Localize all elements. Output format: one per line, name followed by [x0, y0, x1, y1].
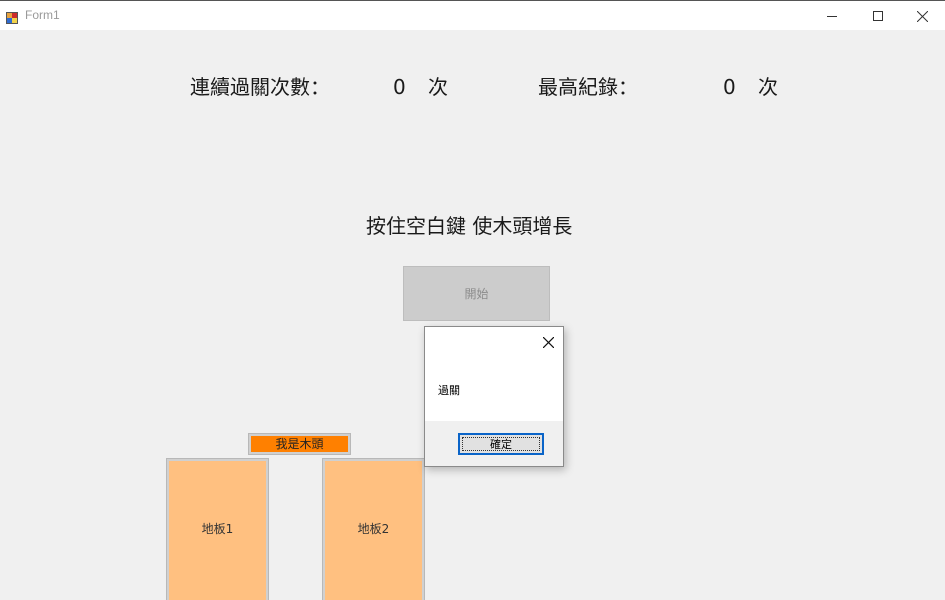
close-icon [542, 333, 554, 352]
close-icon [916, 10, 928, 22]
record-label: 最高紀錄： [538, 75, 638, 99]
start-button[interactable]: 開始 [403, 266, 550, 321]
floor-label: 地板2 [325, 461, 422, 600]
wood-label: 我是木頭 [251, 436, 348, 452]
ok-button[interactable]: 確定 [458, 433, 544, 455]
record-unit: 次 [758, 75, 778, 99]
streak-label: 連續過關次數： [190, 75, 330, 99]
record-value: 0 [723, 75, 736, 99]
wood-stick: 我是木頭 [248, 433, 351, 455]
floor-1: 地板1 [166, 458, 269, 600]
maximize-icon [873, 11, 883, 21]
title-bar[interactable]: Form1 [0, 0, 945, 30]
dialog-footer: 確定 [425, 421, 563, 466]
app-icon [6, 9, 18, 24]
floor-label: 地板1 [169, 461, 266, 600]
streak-unit: 次 [428, 75, 448, 99]
ok-button-label: 確定 [490, 438, 512, 451]
minimize-icon [827, 11, 837, 21]
minimize-button[interactable] [809, 1, 855, 31]
dialog-message: 過關 [438, 384, 460, 397]
close-button[interactable] [899, 1, 945, 31]
floor-2: 地板2 [322, 458, 425, 600]
maximize-button[interactable] [855, 1, 901, 31]
streak-value: 0 [393, 75, 406, 99]
message-box: 過關 確定 [424, 326, 564, 467]
app-window: Form1 連續過關次數： 0 次 最高紀錄： 0 次 按住空白鍵 使木頭增長 … [0, 0, 945, 600]
dialog-close-button[interactable] [539, 333, 557, 351]
instruction-text: 按住空白鍵 使木頭增長 [366, 214, 573, 238]
window-title: Form1 [25, 8, 60, 22]
